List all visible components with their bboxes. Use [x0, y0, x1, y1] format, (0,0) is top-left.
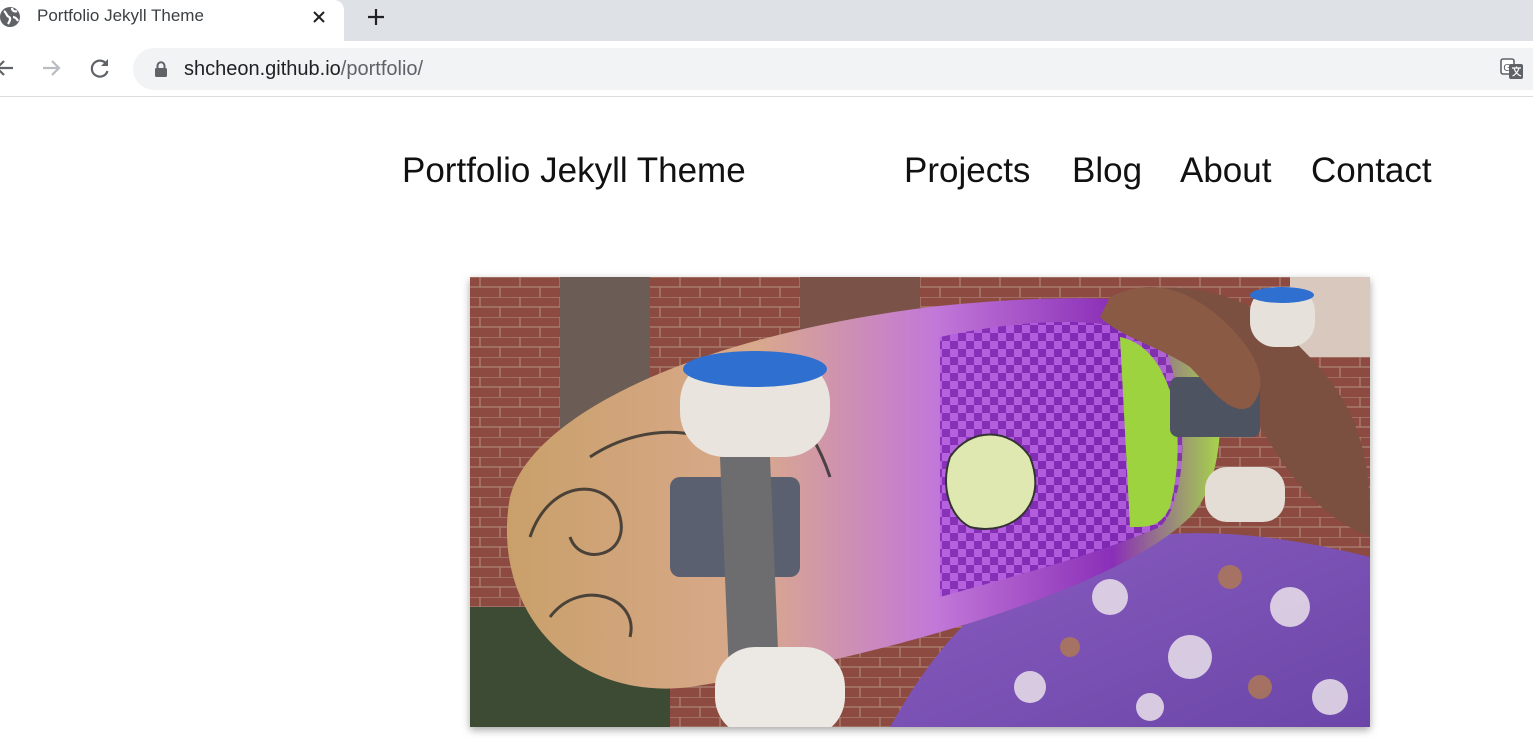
address-bar[interactable]: shcheon.github.io/portfolio/ G	[133, 48, 1533, 90]
nav-link-projects[interactable]: Projects	[904, 150, 1030, 192]
url-path: /portfolio/	[340, 58, 424, 80]
globe-icon	[0, 5, 22, 29]
close-icon[interactable]	[307, 5, 331, 29]
nav-link-about[interactable]: About	[1180, 150, 1271, 192]
reload-icon[interactable]	[86, 54, 114, 82]
hero-image	[470, 277, 1370, 727]
arrow-left-icon[interactable]	[0, 54, 18, 82]
arrow-right-icon[interactable]	[38, 54, 66, 82]
skateboard-photo	[470, 277, 1370, 727]
nav-link-blog[interactable]: Blog	[1072, 150, 1142, 192]
browser-toolbar: shcheon.github.io/portfolio/ G	[0, 41, 1533, 97]
tab-strip: Portfolio Jekyll Theme	[0, 0, 1533, 41]
tab-title: Portfolio Jekyll Theme	[37, 6, 204, 25]
plus-icon[interactable]	[362, 3, 390, 31]
translate-icon[interactable]: G	[1500, 57, 1524, 81]
nav-link-contact[interactable]: Contact	[1311, 150, 1432, 192]
svg-text:G: G	[1503, 63, 1511, 74]
site-nav: Projects Blog About Contact	[0, 150, 1533, 192]
url-text[interactable]: shcheon.github.io/portfolio/	[184, 58, 423, 80]
url-host: shcheon.github.io	[184, 58, 341, 80]
browser-tab[interactable]: Portfolio Jekyll Theme	[0, 0, 344, 41]
lock-icon[interactable]	[154, 61, 168, 77]
